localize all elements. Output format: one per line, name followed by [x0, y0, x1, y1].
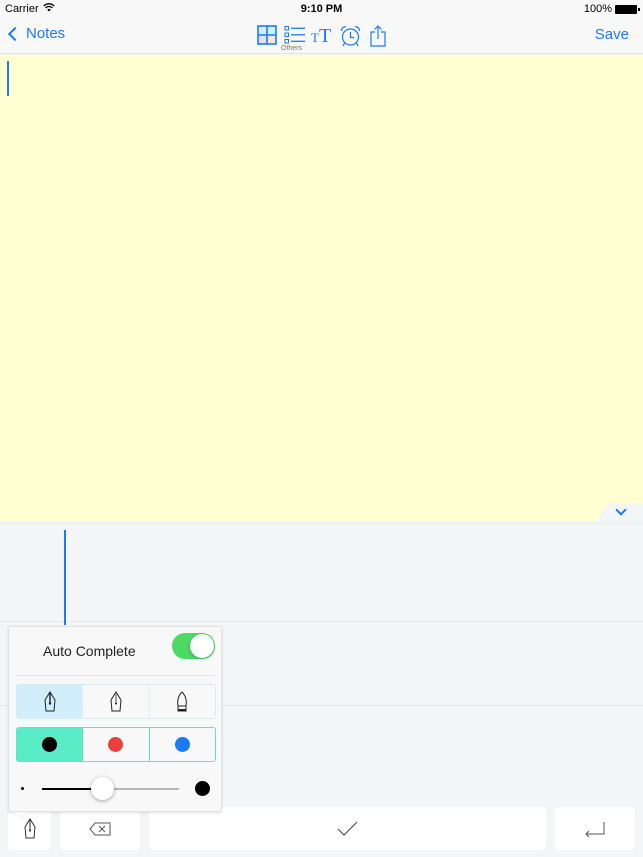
- pen-style-fountain-filled[interactable]: [17, 685, 83, 718]
- toggle-knob: [190, 634, 214, 658]
- stroke-width-slider[interactable]: [42, 777, 179, 800]
- chevron-down-icon: [615, 504, 627, 516]
- thin-stroke-icon: [21, 787, 24, 790]
- color-option-blue[interactable]: [148, 728, 215, 761]
- color-grid-button[interactable]: [257, 25, 278, 47]
- auto-complete-label: Auto Complete: [43, 643, 136, 659]
- share-icon: [370, 25, 386, 47]
- alarm-clock-icon: [340, 26, 361, 47]
- toolbar: Others TT: [257, 25, 390, 52]
- writing-guideline: [0, 621, 643, 622]
- chevron-left-icon: [7, 26, 23, 41]
- pen-style-selector: [16, 684, 216, 719]
- back-button[interactable]: Notes: [7, 25, 65, 42]
- status-right: 100%: [583, 3, 640, 15]
- color-option-black[interactable]: [17, 728, 83, 761]
- popover-arrow: [14, 812, 30, 820]
- battery-percent: 100%: [583, 3, 612, 15]
- pen-settings-popover: Auto Complete: [8, 626, 222, 812]
- backspace-icon: [89, 822, 111, 835]
- color-option-red[interactable]: [82, 728, 149, 761]
- battery-icon: [615, 4, 640, 14]
- input-cursor-line: [64, 530, 66, 625]
- slider-thumb[interactable]: [91, 777, 115, 800]
- divider: [16, 675, 214, 676]
- clock: 9:10 PM: [300, 3, 343, 15]
- list-button[interactable]: Others: [281, 25, 305, 52]
- thick-stroke-icon: [195, 781, 210, 796]
- color-swatch-black: [42, 737, 58, 752]
- return-icon: [585, 821, 605, 837]
- note-editor[interactable]: [0, 55, 643, 521]
- color-grid-icon: [257, 25, 277, 45]
- list-caption: Others: [281, 45, 303, 52]
- pen-style-fountain-outline[interactable]: [82, 685, 149, 718]
- text-cursor: [7, 61, 9, 96]
- auto-complete-toggle[interactable]: [172, 633, 215, 659]
- stroke-width-row: [9, 775, 223, 801]
- backspace-key[interactable]: [60, 807, 140, 850]
- return-key[interactable]: [555, 807, 635, 850]
- color-swatch-red: [108, 737, 124, 752]
- fountain-pen-filled-icon: [44, 690, 56, 711]
- text-size-icon: TT: [311, 25, 332, 47]
- alarm-button[interactable]: [339, 25, 363, 47]
- brush-pen-icon: [177, 690, 188, 711]
- back-label: Notes: [26, 25, 66, 42]
- fountain-pen-outline-icon: [110, 690, 122, 711]
- pen-style-brush[interactable]: [148, 685, 215, 718]
- save-button[interactable]: Save: [595, 26, 629, 43]
- pen-nib-icon: [23, 817, 36, 838]
- color-swatch-blue: [174, 737, 190, 752]
- text-size-button[interactable]: TT: [311, 25, 333, 47]
- confirm-key[interactable]: [149, 807, 546, 850]
- share-button[interactable]: [369, 25, 390, 47]
- checkmark-icon: [337, 821, 357, 836]
- list-icon: [284, 26, 305, 44]
- pen-color-selector: [16, 727, 216, 762]
- navigation-bar: Notes Others TT Save: [0, 20, 643, 54]
- status-bar: Carrier 9:10 PM 100%: [0, 0, 643, 20]
